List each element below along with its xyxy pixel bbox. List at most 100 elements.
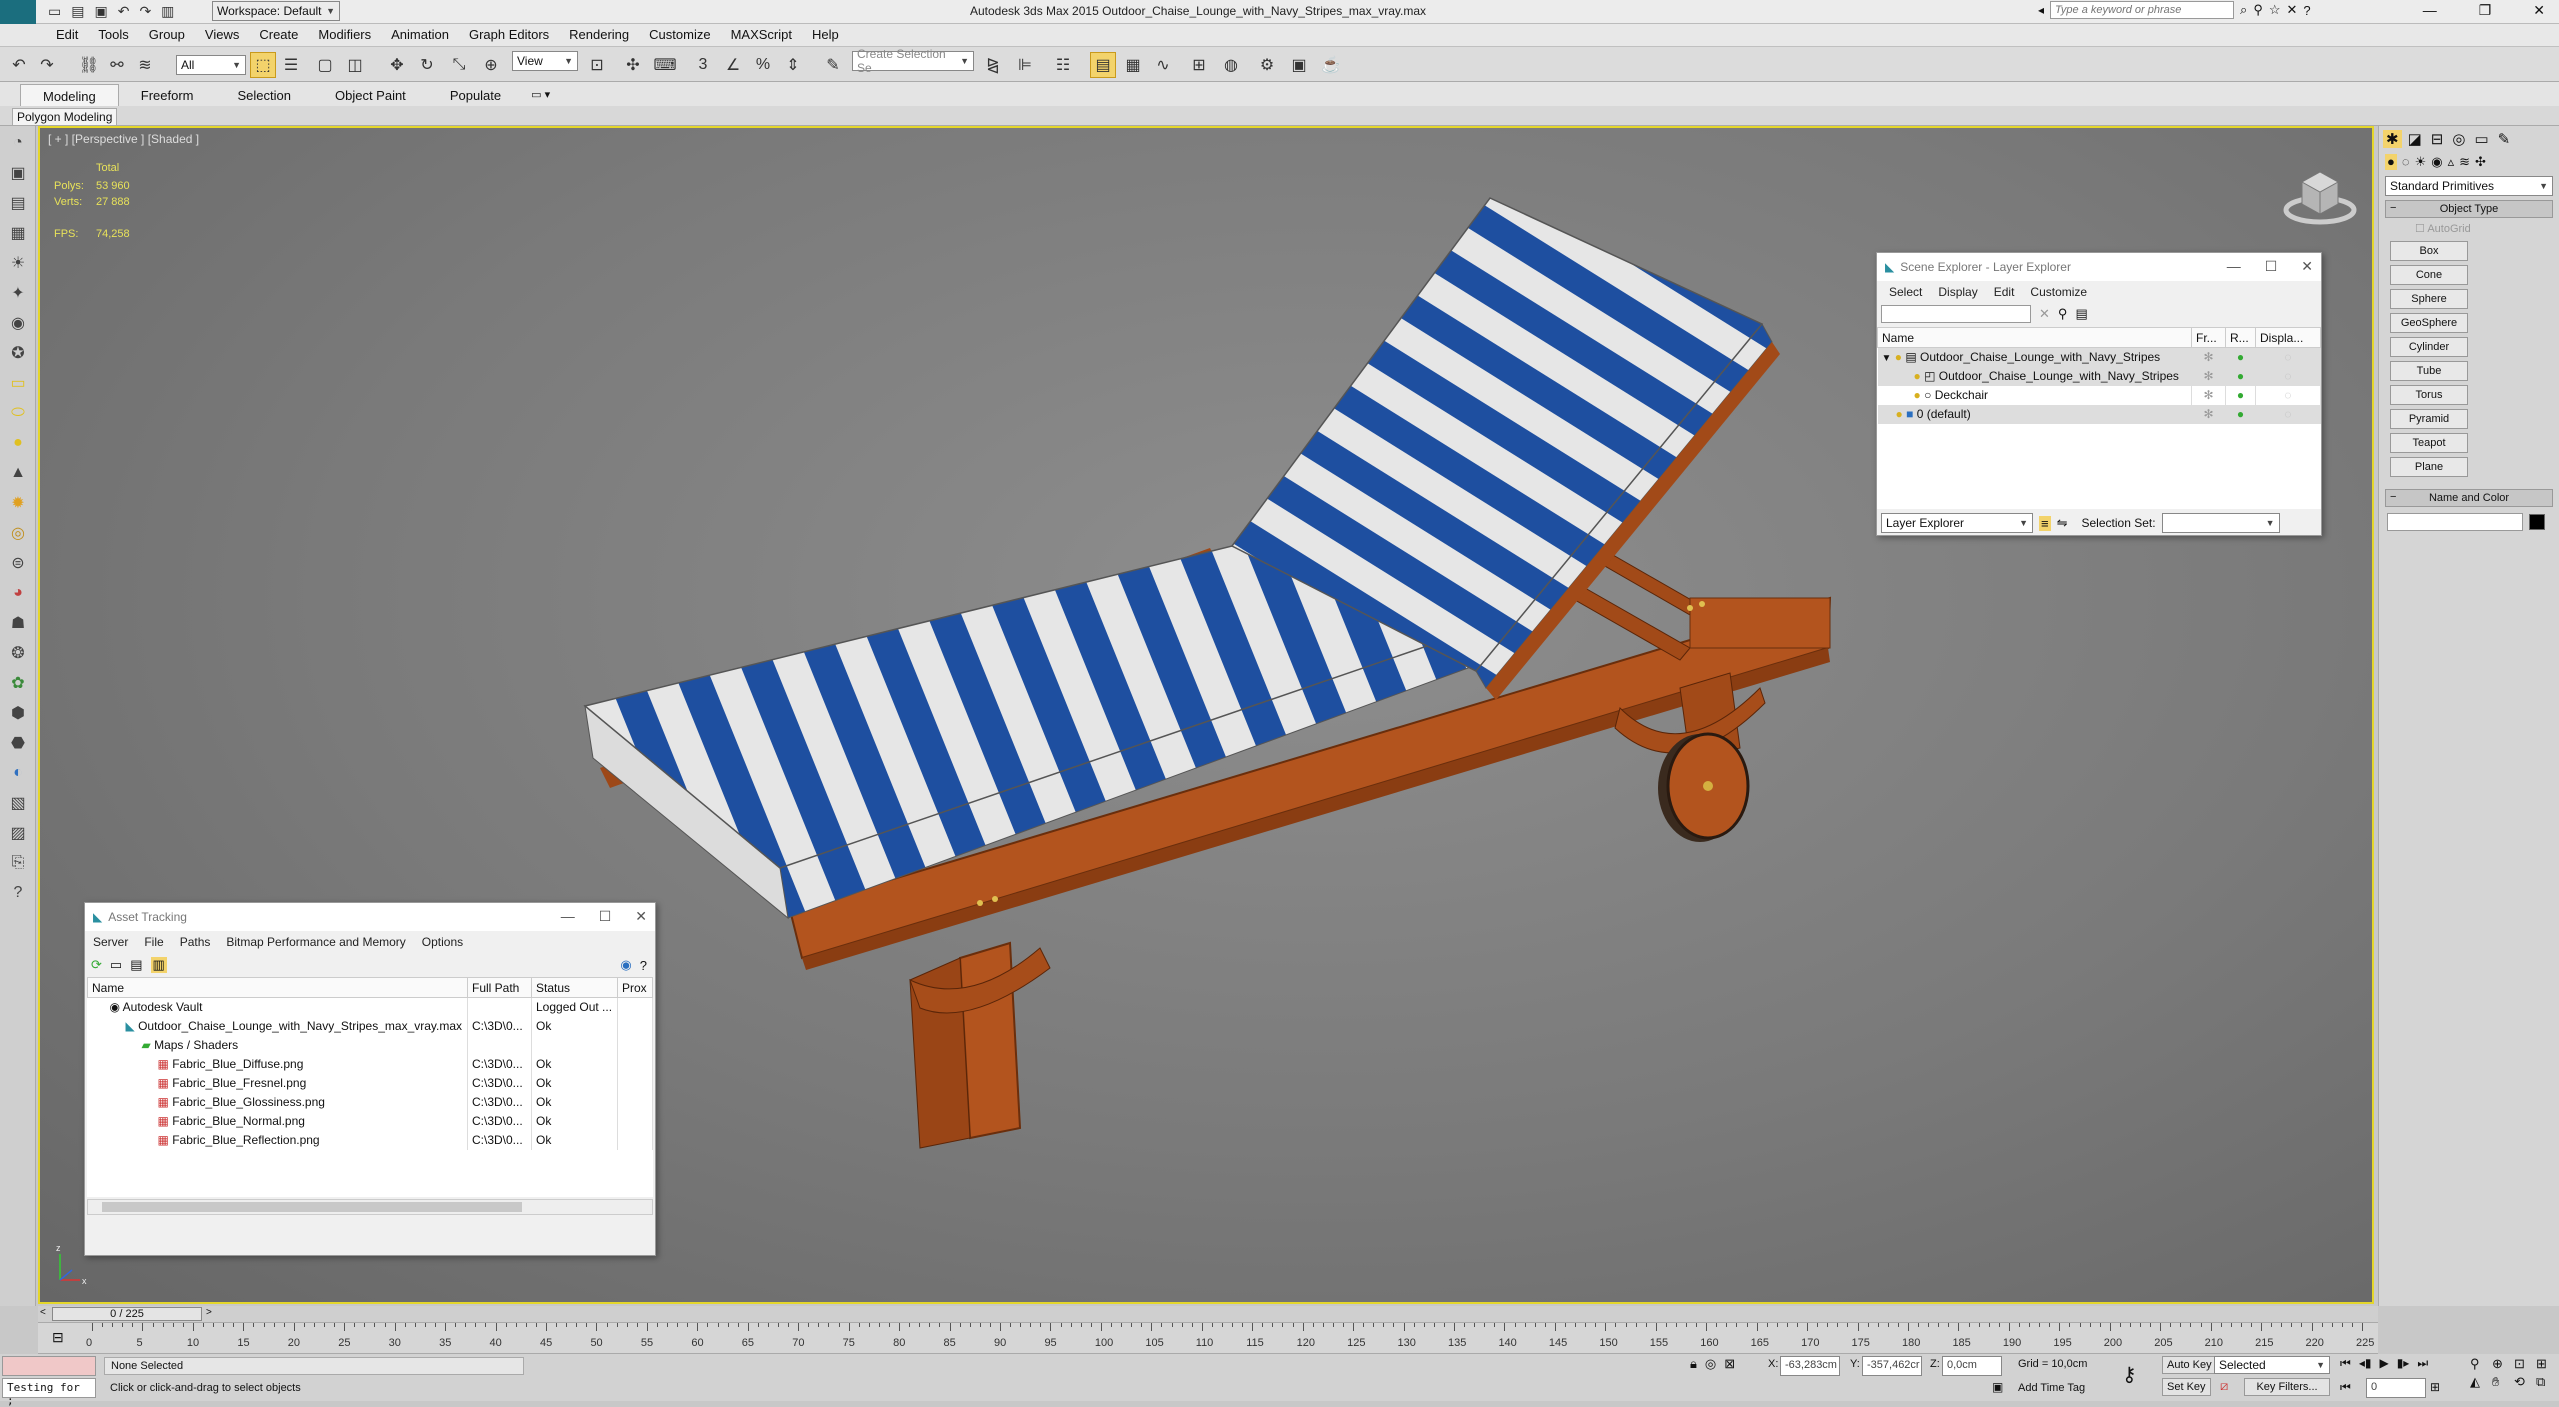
menu-bitmap-performance[interactable]: Bitmap Performance and Memory xyxy=(218,935,413,949)
infocenter-icon[interactable]: ⚲ xyxy=(2253,2,2263,18)
geosphere-button[interactable]: GeoSphere xyxy=(2390,313,2468,333)
tab-modeling[interactable]: Modeling xyxy=(20,84,119,108)
close-icon[interactable]: ✕ xyxy=(2533,2,2545,19)
asset-row[interactable]: ▦ Fabric_Blue_Fresnel.png C:\3D\0... Ok xyxy=(87,1073,653,1093)
environment-icon[interactable]: ▧ xyxy=(5,790,31,816)
light-bulb-icon[interactable]: ● xyxy=(1914,388,1921,402)
window-crossing-icon[interactable]: ◫ xyxy=(342,52,368,78)
asset-row[interactable]: ◉ Autodesk Vault Logged Out ... xyxy=(87,997,653,1017)
scrollbar-thumb[interactable] xyxy=(102,1202,522,1212)
selection-filter-dropdown[interactable]: All ▼ xyxy=(176,55,246,75)
asset-row[interactable]: ▦ Fabric_Blue_Reflection.png C:\3D\0... … xyxy=(87,1130,653,1150)
tab-object-paint[interactable]: Object Paint xyxy=(313,84,428,108)
cone-button[interactable]: Cone xyxy=(2390,265,2468,285)
named-selection-set-dropdown[interactable]: Create Selection Se ▼ xyxy=(852,47,974,75)
camera-icon[interactable]: ◉ xyxy=(5,310,31,336)
angle-snap-icon[interactable]: ∠ xyxy=(720,52,746,78)
find-icon[interactable]: ⚲ xyxy=(2058,306,2068,322)
list-view-icon[interactable]: ▭ xyxy=(110,957,122,973)
material-editor-icon[interactable]: ◍ xyxy=(1218,52,1244,78)
scene-explorer-titlebar[interactable]: ◣ Scene Explorer - Layer Explorer — ☐ ✕ xyxy=(1877,253,2321,281)
maximize-icon[interactable]: ☐ xyxy=(599,908,612,925)
minimize-icon[interactable]: — xyxy=(561,908,575,925)
menu-edit[interactable]: Edit xyxy=(1986,285,2023,299)
menu-paths[interactable]: Paths xyxy=(172,935,219,949)
explorer-type-dropdown[interactable]: Layer Explorer ▼ xyxy=(1881,513,2033,533)
zoom-icon[interactable]: ⚲ xyxy=(2470,1356,2490,1372)
asset-tracking-titlebar[interactable]: ◣ Asset Tracking — ☐ ✕ xyxy=(85,903,655,931)
add-time-tag-icon[interactable]: ▣ xyxy=(1992,1380,2003,1394)
menu-select[interactable]: Select xyxy=(1881,285,1930,299)
object-name-input[interactable] xyxy=(2387,513,2523,531)
menu-rendering[interactable]: Rendering xyxy=(559,24,639,45)
maxscript-listener-pink[interactable] xyxy=(2,1356,96,1376)
name-and-color-rollout[interactable]: − Name and Color xyxy=(2385,489,2553,507)
maximize-icon[interactable]: ☐ xyxy=(2265,258,2278,275)
helpers-icon[interactable]: ▵ xyxy=(2448,154,2455,170)
keyboard-shortcut-icon[interactable]: ⌨ xyxy=(652,52,678,78)
play-icon[interactable]: ▶ xyxy=(2379,1356,2388,1371)
freeze-icon[interactable]: ✻ xyxy=(2191,347,2226,367)
freeze-icon[interactable]: ✻ xyxy=(2191,366,2226,386)
rectangular-selection-icon[interactable]: ▢ xyxy=(312,52,338,78)
hierarchy-tab-icon[interactable]: ⊟ xyxy=(2428,130,2447,148)
column-name[interactable]: Name xyxy=(1877,327,2192,348)
mirror-icon[interactable]: ⧎ xyxy=(980,52,1006,78)
redo-icon[interactable]: ↷ xyxy=(34,52,60,78)
search-input[interactable] xyxy=(2050,1,2235,19)
column-proxy[interactable]: Prox xyxy=(617,977,653,998)
column-status[interactable]: Status xyxy=(531,977,618,998)
display-icon[interactable]: ◌ xyxy=(2255,404,2321,424)
plant-icon[interactable]: ✿ xyxy=(5,670,31,696)
asset-row[interactable]: ▦ Fabric_Blue_Glossiness.png C:\3D\0... … xyxy=(87,1092,653,1112)
freeze-icon[interactable]: ✻ xyxy=(2191,385,2226,405)
add-time-tag[interactable]: Add Time Tag xyxy=(2018,1382,2085,1394)
plane-icon[interactable]: ▭ xyxy=(5,370,31,396)
save-icon[interactable]: ▣ xyxy=(94,3,107,20)
light-bulb-icon[interactable]: ● xyxy=(1895,350,1902,364)
zoom-all-icon[interactable]: ⊕ xyxy=(2492,1356,2512,1372)
key-icon[interactable]: ⚷ xyxy=(2122,1362,2137,1387)
freeze-icon[interactable]: ✻ xyxy=(2191,404,2226,424)
go-to-start-icon[interactable]: ⏮ xyxy=(2340,1356,2351,1371)
set-key-button[interactable]: Set Key xyxy=(2162,1378,2211,1396)
key-mode-toggle-icon[interactable]: ⏮ xyxy=(2340,1380,2351,1395)
undo-icon[interactable]: ↶ xyxy=(6,52,32,78)
isolate-selection-icon[interactable]: ◎ xyxy=(1705,1356,1716,1372)
absolute-mode-icon[interactable]: ⊠ xyxy=(1724,1356,1735,1372)
select-and-move-icon[interactable]: ✥ xyxy=(384,52,410,78)
key-filters-button[interactable]: Key Filters... xyxy=(2244,1378,2330,1396)
curve-editor-icon[interactable]: ∿ xyxy=(1150,52,1176,78)
pan-icon[interactable]: ✋︎ xyxy=(2492,1374,2512,1390)
menu-tools[interactable]: Tools xyxy=(88,24,138,45)
current-frame-field[interactable]: 0 xyxy=(2366,1378,2426,1398)
render-setup-icon[interactable]: ⚙ xyxy=(1254,52,1280,78)
ellipse-icon[interactable]: ⬭ xyxy=(5,400,31,426)
shapes-icon[interactable]: ◌ xyxy=(2402,154,2410,170)
horizontal-scrollbar[interactable] xyxy=(87,1199,653,1215)
script-icon[interactable]: ⎘ xyxy=(5,850,31,876)
object-type-rollout[interactable]: − Object Type xyxy=(2385,200,2553,218)
teapot-button[interactable]: Teapot xyxy=(2390,433,2468,453)
tube-button[interactable]: Tube xyxy=(2390,361,2468,381)
next-frame-icon[interactable]: ▮▸ xyxy=(2397,1356,2410,1371)
tab-freeform[interactable]: Freeform xyxy=(119,84,216,108)
expand-icon[interactable]: ▼ xyxy=(1882,353,1892,364)
reference-coordinate-dropdown[interactable]: View ▼ xyxy=(512,51,578,71)
close-icon[interactable]: ✕ xyxy=(2301,258,2313,275)
mini-curve-editor-icon[interactable]: ⊟ xyxy=(52,1329,64,1346)
display-icon[interactable]: ◌ xyxy=(2255,347,2321,367)
geosphere-icon[interactable]: ❂ xyxy=(5,640,31,666)
display-icon[interactable]: ◌ xyxy=(2255,366,2321,386)
object-color-swatch[interactable] xyxy=(2529,514,2545,530)
zoom-extents-icon[interactable]: ⊡ xyxy=(2514,1356,2534,1372)
torus-icon[interactable]: ◎ xyxy=(5,520,31,546)
spinner-snap-icon[interactable]: ⇕ xyxy=(780,52,806,78)
column-display[interactable]: Displa... xyxy=(2255,327,2321,348)
torus-button[interactable]: Torus xyxy=(2390,385,2468,405)
sphere-light-icon[interactable]: ● xyxy=(5,430,31,456)
rock-icon[interactable]: ⬢ xyxy=(5,700,31,726)
cone-icon[interactable]: ▲ xyxy=(5,460,31,486)
prev-frame-button[interactable]: < xyxy=(40,1307,46,1318)
asset-row[interactable]: ▦ Fabric_Blue_Normal.png C:\3D\0... Ok xyxy=(87,1111,653,1131)
